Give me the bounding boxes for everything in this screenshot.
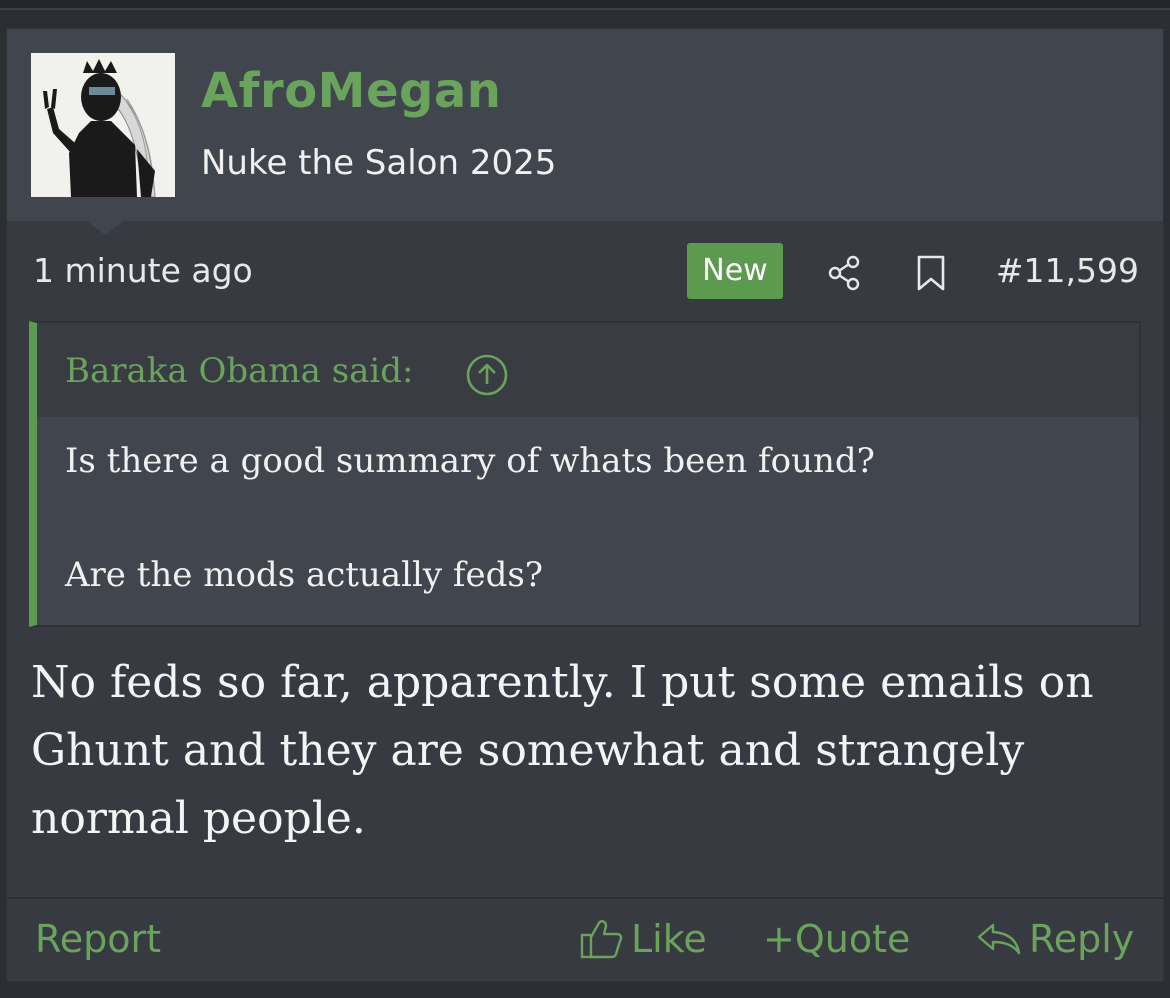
post-number-link[interactable]: #11,599 bbox=[996, 251, 1139, 290]
message-line: No feds so far, apparently. I put some e… bbox=[31, 657, 1094, 708]
post-meta: 1 minute ago New #11,599 bbox=[7, 243, 1163, 299]
like-label: Like bbox=[631, 917, 707, 961]
forum-post: AfroMegan Nuke the Salon 2025 1 minute a… bbox=[6, 28, 1164, 982]
reply-arrow-icon bbox=[977, 923, 1021, 955]
share-icon[interactable] bbox=[825, 253, 865, 293]
quote-label: Quote bbox=[794, 917, 911, 961]
thumbs-up-icon bbox=[580, 920, 623, 959]
avatar-drawing bbox=[31, 53, 175, 197]
user-title: Nuke the Salon 2025 bbox=[201, 143, 557, 183]
avatar[interactable] bbox=[31, 53, 175, 197]
reply-label: Reply bbox=[1029, 917, 1135, 961]
quote-text-line: Is there a good summary of whats been fo… bbox=[65, 441, 875, 481]
user-block-pointer bbox=[87, 221, 123, 235]
post-time[interactable]: 1 minute ago bbox=[33, 251, 253, 290]
username[interactable]: AfroMegan bbox=[201, 63, 501, 119]
message-line: Ghunt and they are somewhat and strangel… bbox=[31, 725, 1025, 776]
quote-button[interactable]: + Quote bbox=[763, 917, 910, 961]
quote-header: Baraka Obama said: bbox=[37, 323, 1139, 417]
like-button[interactable]: Like bbox=[579, 917, 707, 961]
report-label: Report bbox=[35, 917, 161, 961]
top-divider bbox=[0, 0, 1170, 10]
post-footer: Report Like + Quote Reply bbox=[7, 897, 1163, 981]
bookmark-icon[interactable] bbox=[913, 253, 949, 293]
quote-text-line: Are the mods actually feds? bbox=[65, 555, 544, 595]
plus-icon: + bbox=[763, 917, 795, 961]
report-button[interactable]: Report bbox=[35, 917, 161, 961]
quote-block: Baraka Obama said: Is there a good summa… bbox=[29, 321, 1141, 627]
quote-author-link[interactable]: Baraka Obama said: bbox=[65, 351, 414, 391]
message-body: No feds so far, apparently. I put some e… bbox=[31, 649, 1131, 853]
new-badge: New bbox=[687, 243, 783, 299]
reply-button[interactable]: Reply bbox=[975, 917, 1134, 961]
user-block: AfroMegan Nuke the Salon 2025 bbox=[7, 29, 1163, 221]
arrow-up-circle-icon[interactable] bbox=[465, 353, 509, 397]
message-line: normal people. bbox=[31, 793, 366, 844]
